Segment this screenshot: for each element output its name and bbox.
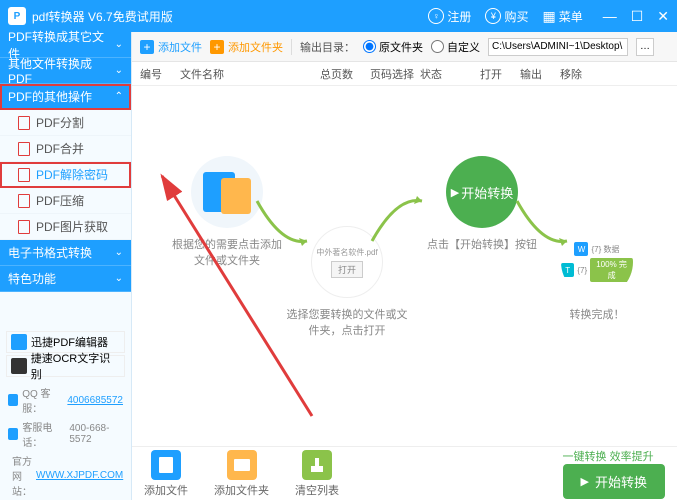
file-icon bbox=[18, 116, 30, 130]
broom-icon bbox=[302, 450, 332, 480]
output-dir-label: 输出目录： bbox=[300, 39, 355, 55]
col-status: 状态 bbox=[420, 66, 480, 82]
onboarding-step-2: 中外著名软件.pdf 打开 选择您要转换的文件或文件夹，点击打开 bbox=[282, 226, 412, 338]
footer-add-folder-button[interactable]: 添加文件夹 bbox=[214, 450, 269, 498]
app-icon bbox=[11, 358, 27, 374]
file-icon bbox=[18, 194, 30, 208]
chevron-down-icon: ⌄ bbox=[115, 65, 123, 76]
file-dialog-icon: 中外著名软件.pdf 打开 bbox=[311, 226, 383, 298]
col-output: 输出 bbox=[520, 66, 560, 82]
file-icon bbox=[18, 142, 30, 156]
result-icon: W{7} 数据 T{7}100% 完成 bbox=[561, 226, 633, 298]
app-logo-icon: P bbox=[8, 7, 26, 25]
app-title: pdf转换器 V6.7免费试用版 bbox=[32, 8, 428, 25]
file-icon bbox=[18, 168, 30, 182]
phone-icon bbox=[8, 428, 18, 440]
chevron-up-icon: ⌃ bbox=[115, 91, 123, 102]
sidebar-section-other-to-pdf[interactable]: 其他文件转换成PDF⌄ bbox=[0, 58, 131, 84]
sidebar-item-pdf-split[interactable]: PDF分割 bbox=[0, 110, 131, 136]
col-open: 打开 bbox=[480, 66, 520, 82]
col-page-select: 页码选择 bbox=[370, 66, 420, 82]
sidebar-item-pdf-compress[interactable]: PDF压缩 bbox=[0, 188, 131, 214]
buy-button[interactable]: ¥购买 bbox=[485, 8, 528, 25]
files-icon bbox=[191, 156, 263, 228]
maximize-button[interactable]: ☐ bbox=[631, 8, 644, 25]
radio-custom-folder[interactable]: 自定义 bbox=[431, 39, 480, 55]
footer-hint: 一键转换 效率提升 开始转换 bbox=[563, 448, 665, 499]
sidebar: PDF转换成其它文件⌄ 其他文件转换成PDF⌄ PDF的其他操作⌃ PDF分割 … bbox=[0, 32, 132, 500]
footer: 添加文件 添加文件夹 清空列表 一键转换 效率提升 开始转换 bbox=[132, 446, 677, 500]
sidebar-item-pdf-extract-images[interactable]: PDF图片获取 bbox=[0, 214, 131, 240]
radio-original-folder[interactable]: 原文件夹 bbox=[363, 39, 423, 55]
app-icon bbox=[11, 334, 27, 350]
toolbar: +添加文件 +添加文件夹 输出目录： 原文件夹 自定义 … bbox=[132, 32, 677, 62]
plus-icon: + bbox=[210, 40, 224, 54]
sidebar-item-pdf-merge[interactable]: PDF合并 bbox=[0, 136, 131, 162]
sidebar-section-special[interactable]: 特色功能⌄ bbox=[0, 266, 131, 292]
qq-link[interactable]: 4006685572 bbox=[67, 395, 123, 406]
col-remove: 移除 bbox=[560, 66, 600, 82]
minimize-button[interactable]: — bbox=[603, 8, 617, 25]
contact-qq: QQ 客服：4006685572 bbox=[0, 383, 131, 417]
sidebar-section-pdf-other-ops[interactable]: PDF的其他操作⌃ bbox=[0, 84, 131, 110]
footer-clear-button[interactable]: 清空列表 bbox=[295, 450, 339, 498]
col-filename: 文件名称 bbox=[180, 66, 320, 82]
ad-ocr[interactable]: 捷速OCR文字识别 bbox=[6, 355, 125, 377]
chevron-down-icon: ⌄ bbox=[115, 39, 123, 50]
register-button[interactable]: ♀注册 bbox=[428, 8, 471, 25]
start-convert-icon: 开始转换 bbox=[446, 156, 518, 228]
onboarding-step-1: 根据您的需要点击添加文件或文件夹 bbox=[167, 156, 287, 268]
menu-button[interactable]: ▦菜单 bbox=[542, 8, 582, 25]
plus-icon: + bbox=[140, 40, 154, 54]
onboarding-step-4: W{7} 数据 T{7}100% 完成 转换完成！ bbox=[532, 226, 662, 322]
close-button[interactable]: ✕ bbox=[657, 8, 669, 25]
col-index: 编号 bbox=[140, 66, 180, 82]
browse-button[interactable]: … bbox=[636, 38, 654, 56]
site-link[interactable]: WWW.XJPDF.COM bbox=[36, 470, 123, 481]
folder-plus-icon bbox=[227, 450, 257, 480]
footer-add-file-button[interactable]: 添加文件 bbox=[144, 450, 188, 498]
add-file-button[interactable]: +添加文件 bbox=[140, 39, 202, 55]
sidebar-section-ebook[interactable]: 电子书格式转换⌄ bbox=[0, 240, 131, 266]
main-area: +添加文件 +添加文件夹 输出目录： 原文件夹 自定义 … 编号 文件名称 总页… bbox=[132, 32, 677, 500]
table-headers: 编号 文件名称 总页数 页码选择 状态 打开 输出 移除 bbox=[132, 62, 677, 86]
sidebar-item-pdf-unlock[interactable]: PDF解除密码 bbox=[0, 162, 131, 188]
sidebar-ads: 迅捷PDF编辑器 捷速OCR文字识别 bbox=[0, 327, 131, 383]
start-convert-button[interactable]: 开始转换 bbox=[563, 464, 665, 499]
contact-phone: 客服电话：400-668-5572 bbox=[0, 417, 131, 451]
file-icon bbox=[18, 220, 30, 234]
file-plus-icon bbox=[151, 450, 181, 480]
chevron-down-icon: ⌄ bbox=[115, 247, 123, 258]
qq-icon bbox=[8, 394, 18, 406]
contact-site: 官方网站：WWW.XJPDF.COM bbox=[0, 451, 131, 500]
add-folder-button[interactable]: +添加文件夹 bbox=[210, 39, 283, 55]
output-path-input[interactable] bbox=[488, 38, 628, 56]
onboarding-step-3: 开始转换 点击【开始转换】按钮 bbox=[422, 156, 542, 252]
col-pages: 总页数 bbox=[320, 66, 370, 82]
content-area: 根据您的需要点击添加文件或文件夹 中外著名软件.pdf 打开 选择您要转换的文件… bbox=[132, 86, 677, 446]
chevron-down-icon: ⌄ bbox=[115, 273, 123, 284]
